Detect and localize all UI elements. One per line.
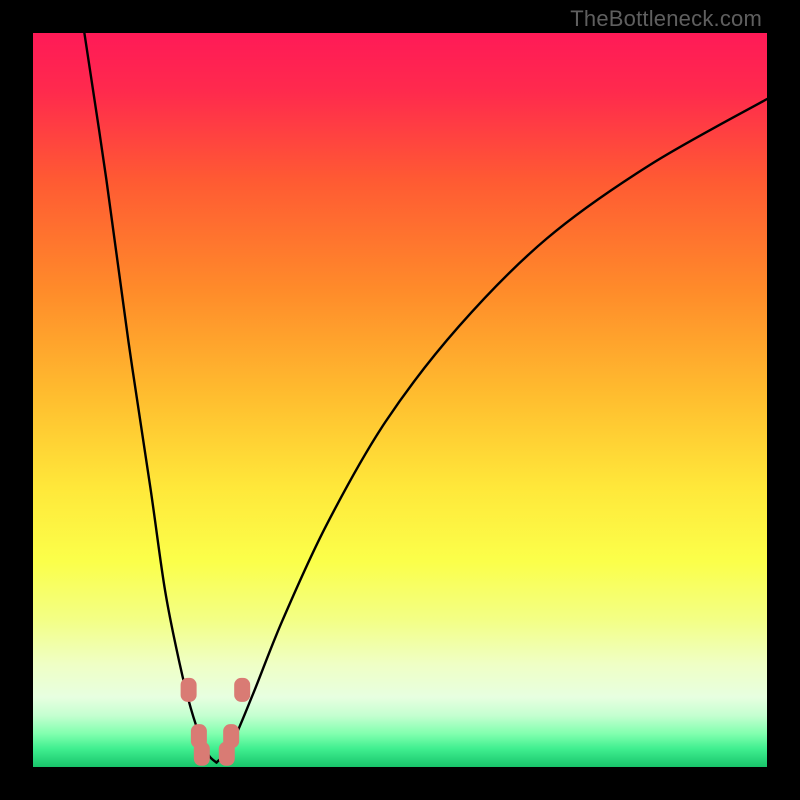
bottleneck-marker: [234, 678, 250, 702]
watermark-text: TheBottleneck.com: [570, 6, 762, 32]
bottleneck-curve: [33, 33, 767, 767]
curve-left-branch: [84, 33, 216, 763]
bottleneck-marker: [181, 678, 197, 702]
chart-plot-area-frame: [33, 33, 767, 767]
bottleneck-markers-group: [181, 678, 251, 766]
curve-right-branch: [217, 99, 768, 763]
bottleneck-marker: [194, 742, 210, 766]
bottleneck-marker: [223, 724, 239, 748]
